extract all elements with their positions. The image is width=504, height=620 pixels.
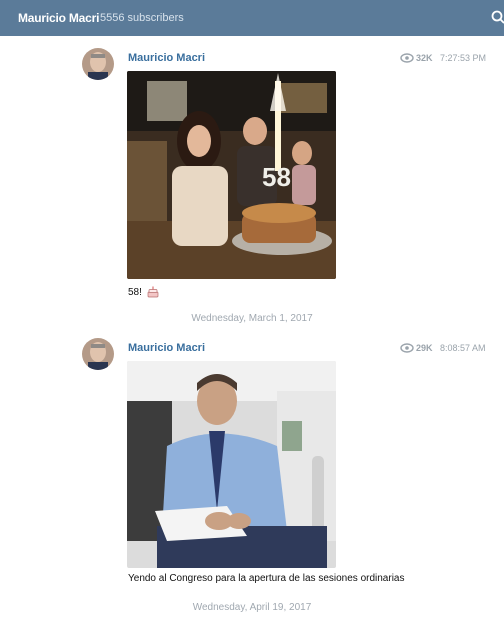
- eye-icon: [400, 343, 414, 353]
- caption-text: 58!: [128, 286, 142, 298]
- eye-icon: [400, 53, 414, 63]
- message-author[interactable]: Mauricio Macri: [128, 52, 205, 64]
- birthday-cake-icon: [147, 286, 159, 298]
- svg-text:58: 58: [262, 162, 291, 192]
- search-icon[interactable]: [490, 9, 504, 27]
- channel-title[interactable]: Mauricio Macri: [18, 11, 99, 25]
- date-separator: Wednesday, March 1, 2017: [191, 313, 313, 324]
- subscriber-count: 5556 subscribers: [100, 12, 184, 24]
- view-count: 32K: [416, 53, 433, 63]
- message-author[interactable]: Mauricio Macri: [128, 342, 205, 354]
- avatar[interactable]: [82, 338, 114, 370]
- message-time: 8:08:57 AM: [440, 343, 486, 353]
- message-post: Mauricio Macri 29K 8:08:57 AM Yendo al C…: [0, 338, 504, 592]
- helicopter-photo[interactable]: [127, 361, 336, 568]
- message-caption: Yendo al Congreso para la apertura de la…: [128, 573, 404, 584]
- view-counter: 29K: [400, 343, 433, 353]
- message-time: 7:27:53 PM: [440, 53, 487, 63]
- message-caption: 58!: [128, 285, 160, 299]
- view-count: 29K: [416, 343, 433, 353]
- date-separator: Wednesday, April 19, 2017: [192, 602, 312, 613]
- avatar[interactable]: [82, 48, 114, 80]
- channel-header: Mauricio Macri 5556 subscribers: [0, 0, 504, 36]
- caption-text: Yendo al Congreso para la apertura de la…: [128, 573, 405, 584]
- birthday-photo[interactable]: 58: [127, 71, 336, 279]
- view-counter: 32K: [400, 53, 433, 63]
- message-post: Mauricio Macri 32K 7:27:53 PM 58 58!: [0, 48, 504, 302]
